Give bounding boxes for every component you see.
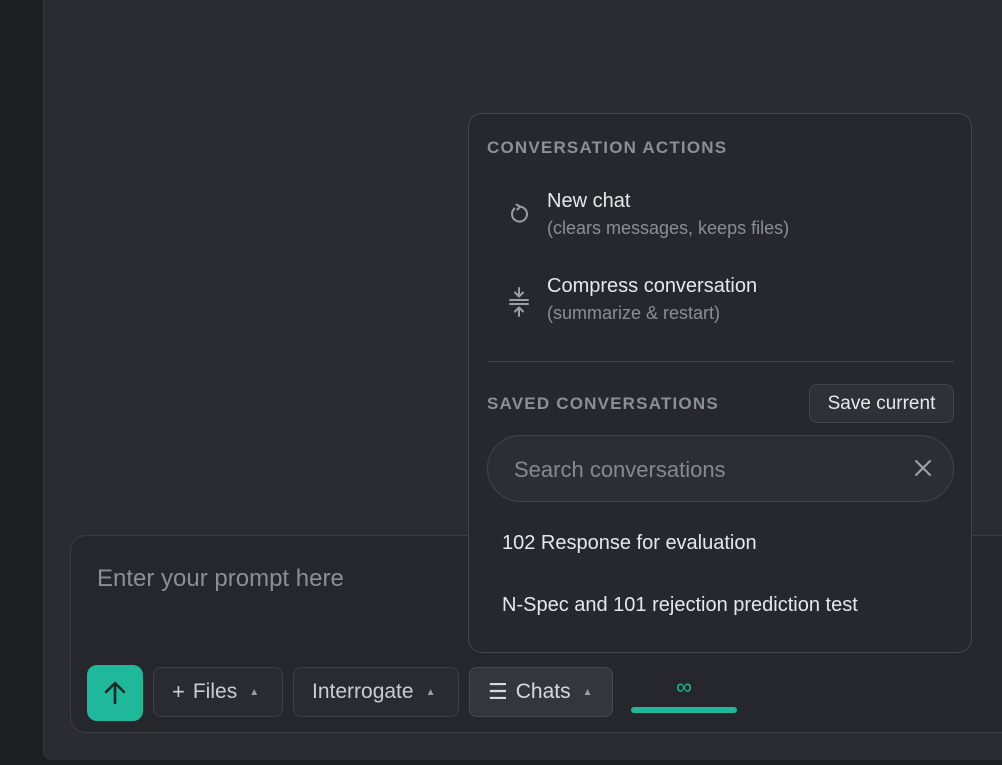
caret-icon: ▲ [249,686,260,698]
conversation-actions-heading: CONVERSATION ACTIONS [487,138,728,157]
new-chat-title: New chat [547,190,631,212]
menu-lines-icon: ☰ [488,679,508,704]
arrow-up-icon [104,681,126,705]
search-conversations-input[interactable] [512,450,896,490]
menu-divider [487,361,954,362]
bottom-strip [43,760,1002,765]
files-button[interactable]: + Files ▲ [153,667,283,717]
saved-conversation-item[interactable]: N-Spec and 101 rejection prediction test [502,594,858,617]
chats-button[interactable]: ☰ Chats ▲ [469,667,613,717]
compress-conversation-action[interactable]: Compress conversation (summarize & resta… [487,271,953,341]
infinity-icon: ∞ [676,674,692,699]
new-chat-action[interactable]: New chat (clears messages, keeps files) [487,186,953,256]
context-meter: ∞ [631,674,737,714]
close-icon[interactable] [911,456,935,480]
saved-conversations-heading: SAVED CONVERSATIONS [487,394,719,413]
caret-icon: ▲ [582,686,593,698]
save-current-button[interactable]: Save current [809,384,954,423]
interrogate-label: Interrogate [312,680,414,703]
compress-title: Compress conversation [547,275,758,297]
conversation-search [487,435,954,502]
saved-conversation-item[interactable]: 102 Response for evaluation [502,532,757,555]
plus-icon: + [172,679,185,704]
caret-icon: ▲ [425,686,436,698]
chats-label: Chats [515,680,571,703]
new-chat-subtitle: (clears messages, keeps files) [547,218,790,238]
context-meter-bar [631,707,737,713]
compress-subtitle: (summarize & restart) [547,303,721,323]
interrogate-button[interactable]: Interrogate ▲ [293,667,459,717]
send-button[interactable] [87,665,143,721]
chats-menu: CONVERSATION ACTIONS New chat (clears me… [468,113,972,653]
files-label: Files [192,680,238,703]
